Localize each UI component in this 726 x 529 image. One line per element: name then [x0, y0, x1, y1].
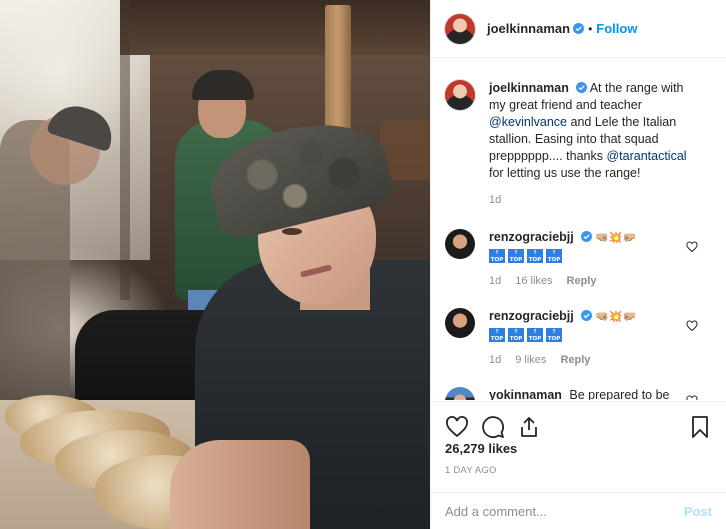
caption-meta: 1d [489, 192, 689, 209]
verified-badge-icon [575, 82, 587, 93]
top-emoji: ↑ TOP [489, 249, 505, 263]
comment-body: renzograciebjj 🤜🏼💥🤛🏼 ↑ TOP ↑ TOP ↑ TOP ↑ TOP… [489, 229, 689, 290]
comment-avatar[interactable] [445, 229, 475, 259]
author-username[interactable]: joelkinnaman [487, 21, 570, 36]
fist-bump-emoji: 🤜🏼💥🤛🏼 [595, 311, 637, 323]
post-photo[interactable] [0, 0, 430, 529]
top-emoji: ↑ TOP [508, 328, 524, 342]
caption: joelkinnaman At the range with my great … [445, 80, 712, 209]
comment-username[interactable]: renzograciebjj [489, 230, 574, 244]
bookmark-icon[interactable] [688, 415, 712, 439]
caption-text-end: for letting us use the range! [489, 166, 641, 180]
follow-button[interactable]: Follow [596, 21, 637, 36]
like-comment-heart-icon[interactable] [686, 395, 698, 400]
top-emoji: ↑ TOP [546, 328, 562, 342]
comment-item: renzograciebjj 🤜🏼💥🤛🏼 ↑ TOP ↑ TOP ↑ TOP ↑ TOP… [445, 308, 712, 369]
verified-badge-icon [573, 23, 585, 34]
top-emoji: ↑ TOP [546, 249, 562, 263]
mention-link[interactable]: @tarantactical [606, 149, 686, 163]
comment-avatar[interactable] [445, 387, 475, 400]
heart-icon[interactable] [445, 415, 469, 439]
top-emoji: ↑ TOP [527, 328, 543, 342]
post-side-panel: joelkinnaman • Follow joelkinnaman At th… [430, 0, 726, 529]
reply-button[interactable]: Reply [560, 352, 590, 369]
top-emoji: ↑ TOP [527, 249, 543, 263]
reply-button[interactable]: Reply [567, 273, 597, 290]
header-separator: • [588, 21, 593, 36]
comment-item: yokinnaman Be prepared to be [445, 387, 712, 400]
top-badges: ↑ TOP ↑ TOP ↑ TOP ↑ TOP [489, 328, 689, 342]
comment-likes[interactable]: 16 likes [515, 273, 552, 290]
post-timestamp[interactable]: 1 DAY AGO [445, 465, 497, 476]
like-comment-heart-icon[interactable] [686, 320, 698, 332]
top-emoji: ↑ TOP [489, 328, 505, 342]
photo-subject-arm [170, 440, 310, 529]
comment-likes[interactable]: 9 likes [515, 352, 546, 369]
comment-meta: 1d 9 likes Reply [489, 352, 689, 369]
top-emoji: ↑ TOP [508, 249, 524, 263]
photo-subject-eye [282, 228, 302, 235]
share-icon[interactable] [517, 415, 541, 439]
author-avatar[interactable] [445, 13, 475, 44]
comment-body: yokinnaman Be prepared to be [489, 387, 689, 400]
action-bar [431, 401, 726, 443]
verified-badge-icon [580, 310, 592, 321]
caption-age[interactable]: 1d [489, 192, 501, 209]
add-comment-bar: Post [431, 492, 726, 529]
top-badges: ↑ TOP ↑ TOP ↑ TOP ↑ TOP [489, 249, 689, 263]
photo-ceiling [120, 0, 430, 55]
post-header: joelkinnaman • Follow [431, 0, 726, 58]
caption-username[interactable]: joelkinnaman [489, 81, 569, 95]
like-comment-heart-icon[interactable] [686, 241, 698, 253]
fist-bump-emoji: 🤜🏼💥🤛🏼 [595, 232, 637, 244]
mention-link[interactable]: @kevinlvance [489, 115, 567, 129]
comment-username[interactable]: yokinnaman [489, 388, 562, 400]
comment-icon[interactable] [481, 415, 505, 439]
verified-badge-icon [580, 231, 592, 242]
comment-input[interactable] [445, 503, 684, 519]
photo-person-middle-cap [192, 70, 254, 100]
comment-age[interactable]: 1d [489, 273, 501, 290]
caption-body: joelkinnaman At the range with my great … [489, 80, 689, 209]
photo-window-frame [120, 0, 130, 300]
post-comment-button[interactable]: Post [684, 504, 712, 519]
comment-text: Be prepared to be [569, 388, 670, 400]
comments-list[interactable]: joelkinnaman At the range with my great … [431, 58, 726, 400]
comment-username[interactable]: renzograciebjj [489, 309, 574, 323]
comment-avatar[interactable] [445, 308, 475, 338]
likes-count[interactable]: 26,279 likes [445, 441, 517, 456]
comment-meta: 1d 16 likes Reply [489, 273, 689, 290]
comment-age[interactable]: 1d [489, 352, 501, 369]
comment-body: renzograciebjj 🤜🏼💥🤛🏼 ↑ TOP ↑ TOP ↑ TOP ↑ TOP… [489, 308, 689, 369]
caption-avatar[interactable] [445, 80, 475, 110]
comment-item: renzograciebjj 🤜🏼💥🤛🏼 ↑ TOP ↑ TOP ↑ TOP ↑ TOP… [445, 229, 712, 290]
